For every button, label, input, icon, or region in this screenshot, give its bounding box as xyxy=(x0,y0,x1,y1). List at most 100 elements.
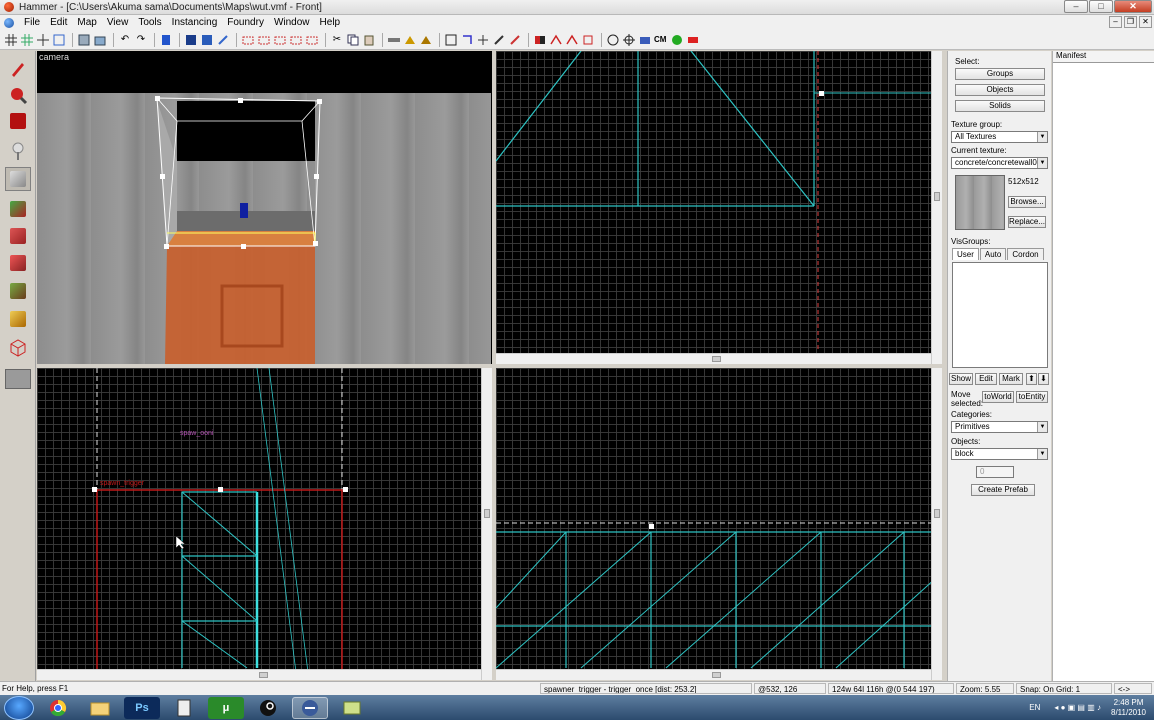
brush-icon[interactable] xyxy=(387,33,401,47)
overlay-tool-icon[interactable] xyxy=(5,279,31,303)
document-icon[interactable] xyxy=(4,17,14,28)
path-tool-icon[interactable] xyxy=(5,367,31,391)
group-icon[interactable] xyxy=(93,33,107,47)
tray-icons[interactable]: ◂ ● ▣ ▤ ▥ ♪ xyxy=(1054,703,1101,712)
top-viewport[interactable] xyxy=(496,51,942,364)
side-viewport-vscroll[interactable] xyxy=(481,368,492,680)
script-icon[interactable] xyxy=(166,697,202,719)
undo-icon[interactable]: ↶ xyxy=(118,33,132,47)
child-minimize-button[interactable]: – xyxy=(1109,16,1122,28)
grid-larger-icon[interactable] xyxy=(52,33,66,47)
cordon-icon[interactable] xyxy=(460,33,474,47)
selection-tool-icon[interactable] xyxy=(5,57,31,81)
grid-3d-icon[interactable] xyxy=(20,33,34,47)
groups-button[interactable]: Groups xyxy=(955,68,1045,80)
categories-select[interactable]: Primitives ▼ xyxy=(951,421,1048,433)
entity-tool-icon[interactable] xyxy=(5,139,31,163)
grid-toggle-icon[interactable] xyxy=(4,33,18,47)
select-all-icon[interactable] xyxy=(184,33,198,47)
front-viewport-hscroll[interactable] xyxy=(496,669,931,680)
close-button[interactable]: ✕ xyxy=(1114,0,1152,13)
menu-edit[interactable]: Edit xyxy=(45,15,72,30)
toggle-helpers-icon[interactable] xyxy=(419,33,433,47)
maximize-button[interactable]: □ xyxy=(1089,0,1113,13)
top-viewport-vscroll[interactable] xyxy=(931,51,942,364)
hammer-taskbar-icon[interactable] xyxy=(292,696,328,719)
top-viewport-hscroll[interactable] xyxy=(496,353,931,364)
replace-button[interactable]: Replace... xyxy=(1008,216,1046,228)
hammer-wand-icon[interactable] xyxy=(508,33,522,47)
visgroup-tab-cordon[interactable]: Cordon xyxy=(1007,248,1044,260)
flip-horizontal-icon[interactable] xyxy=(533,33,547,47)
camera-tool-icon[interactable] xyxy=(5,109,31,133)
steam-icon[interactable] xyxy=(250,697,286,719)
rotate-icon[interactable] xyxy=(565,33,579,47)
up-arrow-button[interactable]: ⬆ xyxy=(1026,373,1037,385)
objects-select[interactable]: block ▼ xyxy=(951,448,1048,460)
carve-icon[interactable] xyxy=(77,33,91,47)
clock[interactable]: 2:48 PM 8/11/2010 xyxy=(1111,698,1146,718)
visgroup-tab-auto[interactable]: Auto xyxy=(979,248,1007,260)
autoselect-icon[interactable] xyxy=(273,33,287,47)
texture-group-select[interactable]: All Textures ▼ xyxy=(951,131,1048,143)
crosshair-icon[interactable] xyxy=(622,33,636,47)
paste-icon[interactable] xyxy=(362,33,376,47)
cubemap-label[interactable]: CM xyxy=(654,35,666,44)
redo-icon[interactable]: ↷ xyxy=(134,33,148,47)
block-tool-icon[interactable] xyxy=(5,167,31,191)
run-map-icon[interactable] xyxy=(159,33,173,47)
child-restore-button[interactable]: ❐ xyxy=(1124,16,1137,28)
to-entity-button[interactable]: toEntity xyxy=(1016,391,1048,403)
texture-application-tool-icon[interactable] xyxy=(5,197,31,221)
create-prefab-button[interactable]: Create Prefab xyxy=(971,484,1035,496)
front-viewport-vscroll[interactable] xyxy=(931,368,942,680)
cut-icon[interactable]: ✂ xyxy=(330,33,344,47)
vertex-icon[interactable] xyxy=(403,33,417,47)
sync-icon[interactable] xyxy=(216,33,230,47)
language-indicator[interactable]: EN xyxy=(1029,703,1040,712)
check-problems-icon[interactable] xyxy=(492,33,506,47)
edit-button[interactable]: Edit xyxy=(975,373,997,385)
current-texture-select[interactable]: concrete/concretewall0 ▼ xyxy=(951,157,1048,169)
hide-selected-icon[interactable] xyxy=(200,33,214,47)
folder-icon[interactable] xyxy=(82,697,118,719)
mark-button[interactable]: Mark xyxy=(999,373,1023,385)
vertex-tool-icon[interactable] xyxy=(5,335,31,359)
menu-instancing[interactable]: Instancing xyxy=(167,15,223,30)
visgroups-list[interactable] xyxy=(952,262,1048,368)
solids-button[interactable]: Solids xyxy=(955,100,1045,112)
flip-vertical-icon[interactable] xyxy=(549,33,563,47)
utorrent-icon[interactable]: μ xyxy=(208,696,244,719)
snap-icon[interactable] xyxy=(444,33,458,47)
quickhide-unselected-icon[interactable] xyxy=(305,33,319,47)
menu-file[interactable]: File xyxy=(19,15,45,30)
menu-window[interactable]: Window xyxy=(269,15,315,30)
browse-button[interactable]: Browse... xyxy=(1008,196,1046,208)
green-sphere-icon[interactable] xyxy=(670,33,684,47)
photoshop-icon[interactable]: Ps xyxy=(124,696,160,719)
menu-foundry[interactable]: Foundry xyxy=(222,15,269,30)
camera-to-selection-icon[interactable] xyxy=(638,33,652,47)
chrome-icon[interactable] xyxy=(40,697,76,719)
down-arrow-button[interactable]: ⬇ xyxy=(1038,373,1049,385)
quickhide-icon[interactable] xyxy=(289,33,303,47)
clip-tool-icon[interactable] xyxy=(5,307,31,331)
show-button[interactable]: Show xyxy=(949,373,973,385)
menu-tools[interactable]: Tools xyxy=(133,15,166,30)
copy-icon[interactable] xyxy=(346,33,360,47)
visgroup-tab-user[interactable]: User xyxy=(952,248,979,260)
decal-tool-icon[interactable] xyxy=(5,251,31,275)
notes-icon[interactable] xyxy=(334,697,370,719)
side-viewport-hscroll[interactable] xyxy=(37,669,481,680)
menu-help[interactable]: Help xyxy=(315,15,346,30)
apply-texture-tool-icon[interactable] xyxy=(5,224,31,248)
faces-spinner[interactable]: 0 xyxy=(976,466,1014,478)
entity-report-icon[interactable] xyxy=(476,33,490,47)
objects-button[interactable]: Objects xyxy=(955,84,1045,96)
front-viewport[interactable] xyxy=(496,368,942,680)
menu-map[interactable]: Map xyxy=(72,15,101,30)
grid-smaller-icon[interactable] xyxy=(36,33,50,47)
to-world-button[interactable]: toWorld xyxy=(982,391,1014,403)
child-close-button[interactable]: ✕ xyxy=(1139,16,1152,28)
start-button[interactable] xyxy=(4,695,34,720)
